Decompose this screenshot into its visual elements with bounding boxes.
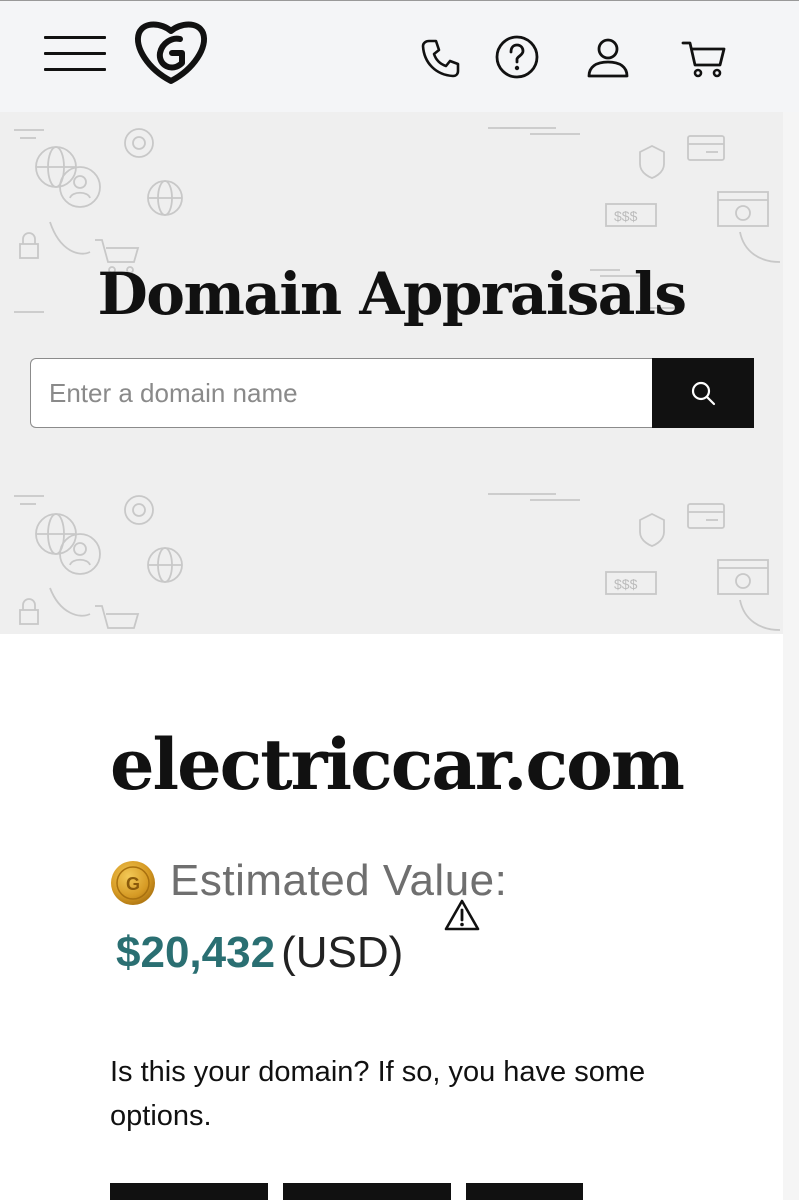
price-currency: (USD) xyxy=(281,928,404,977)
pattern-dollar-text: $$$ xyxy=(614,208,638,224)
domain-search-input[interactable] xyxy=(30,358,654,428)
shopping-cart-icon[interactable] xyxy=(680,35,728,83)
ownership-prompt: Is this your domain? If so, you have som… xyxy=(110,1056,646,1132)
gold-coin-g-icon: G xyxy=(111,861,155,905)
menu-line xyxy=(44,52,106,55)
option-button[interactable] xyxy=(110,1183,268,1200)
top-navigation-bar xyxy=(0,0,799,112)
hero-banner: $$$ $$$ Domain Appraisals xyxy=(0,112,783,634)
search-button[interactable] xyxy=(652,358,754,428)
decorative-pattern: $$$ xyxy=(14,493,781,631)
search-icon xyxy=(691,381,716,406)
page-edge xyxy=(783,112,799,1200)
phone-icon[interactable] xyxy=(416,35,464,83)
appraised-domain-name: electriccar.com xyxy=(110,723,685,806)
help-question-icon[interactable] xyxy=(493,35,541,83)
hamburger-menu-icon[interactable] xyxy=(44,35,106,73)
page-title: Domain Appraisals xyxy=(97,260,687,328)
svg-text:G: G xyxy=(126,874,140,894)
price-value: $20,432 xyxy=(116,928,276,977)
godaddy-logo-icon[interactable] xyxy=(134,21,208,85)
user-account-icon[interactable] xyxy=(584,35,632,83)
estimated-price: $20,432 (USD) xyxy=(116,928,403,978)
option-button[interactable] xyxy=(283,1183,451,1200)
pattern-dollar-text: $$$ xyxy=(614,576,638,592)
option-button[interactable] xyxy=(466,1183,583,1200)
domain-search-bar xyxy=(30,358,754,428)
menu-line xyxy=(44,68,106,71)
warning-triangle-icon[interactable] xyxy=(443,898,481,932)
menu-line xyxy=(44,36,106,39)
